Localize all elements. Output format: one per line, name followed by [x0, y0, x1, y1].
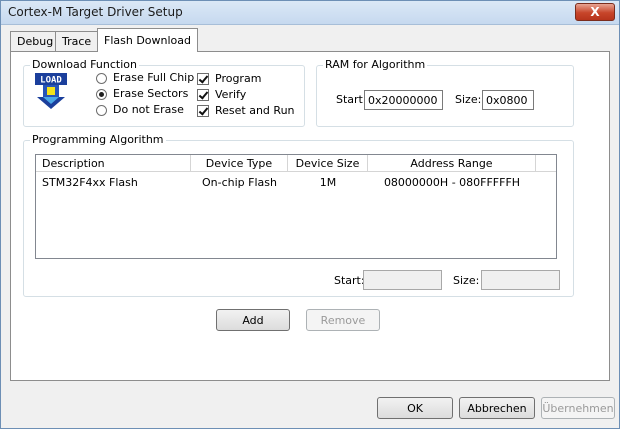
program-label: Program — [215, 72, 262, 85]
algorithm-list[interactable]: Description Device Type Device Size Addr… — [35, 154, 557, 259]
column-header-label: Description — [42, 157, 105, 170]
do-not-erase-label: Do not Erase — [113, 103, 184, 116]
do-not-erase-radio[interactable] — [96, 105, 107, 116]
algo-start-label: Start: — [334, 274, 365, 287]
close-icon: X — [590, 5, 600, 19]
table-row[interactable]: STM32F4xx Flash On-chip Flash 1M 0800000… — [36, 176, 556, 192]
group-label: RAM for Algorithm — [323, 58, 428, 71]
tab-flash-download[interactable]: Flash Download — [97, 28, 199, 52]
reset-and-run-checkbox[interactable] — [197, 105, 209, 117]
column-header-label: Device Size — [295, 157, 360, 170]
column-header-label: Address Range — [410, 157, 493, 170]
column-device-size[interactable]: Device Size — [288, 155, 368, 172]
tab-label: Trace — [62, 35, 92, 48]
tab-debug[interactable]: Debug — [10, 31, 61, 51]
group-label: Programming Algorithm — [30, 133, 166, 146]
load-icon-text: LOAD — [40, 76, 62, 86]
cancel-button[interactable]: Abbrechen — [459, 397, 535, 419]
apply-button[interactable]: Übernehmen — [541, 397, 615, 419]
tab-label: Flash Download — [104, 34, 192, 47]
title-bar[interactable]: Cortex-M Target Driver Setup X — [1, 1, 619, 25]
ram-size-label: Size: — [455, 93, 482, 106]
add-button[interactable]: Add — [216, 309, 290, 331]
ok-button[interactable]: OK — [377, 397, 453, 419]
verify-label: Verify — [215, 88, 247, 101]
algo-size-label: Size: — [453, 274, 480, 287]
reset-and-run-label: Reset and Run — [215, 104, 295, 117]
download-function-group: Download Function LOAD Erase Full Chip E… — [23, 58, 305, 127]
group-label: Download Function — [30, 58, 139, 71]
column-address-range[interactable]: Address Range — [368, 155, 536, 172]
cell-device-type: On-chip Flash — [202, 176, 277, 189]
column-device-type[interactable]: Device Type — [191, 155, 288, 172]
window-title: Cortex-M Target Driver Setup — [8, 5, 183, 19]
ram-for-algorithm-group: RAM for Algorithm Start: Size: — [316, 58, 574, 127]
column-header-label: Device Type — [205, 157, 273, 170]
cell-description: STM32F4xx Flash — [42, 176, 138, 189]
cell-address-range: 08000000H - 080FFFFFH — [383, 176, 521, 189]
load-icon: LOAD — [35, 73, 67, 109]
tab-label: Debug — [17, 35, 54, 48]
verify-checkbox[interactable] — [197, 89, 209, 101]
cell-device-size: 1M — [319, 176, 337, 189]
tab-trace[interactable]: Trace — [55, 31, 99, 51]
remove-button[interactable]: Remove — [306, 309, 380, 331]
ram-start-label: Start: — [336, 93, 367, 106]
ram-size-input[interactable] — [482, 90, 534, 110]
list-header: Description Device Type Device Size Addr… — [36, 155, 556, 172]
erase-sectors-radio[interactable] — [96, 89, 107, 100]
erase-sectors-label: Erase Sectors — [113, 87, 189, 100]
column-description[interactable]: Description — [36, 155, 191, 172]
flash-download-panel: Download Function LOAD Erase Full Chip E… — [10, 51, 610, 381]
algo-start-input[interactable] — [363, 270, 442, 290]
algo-size-input[interactable] — [481, 270, 560, 290]
erase-full-chip-radio[interactable] — [96, 73, 107, 84]
dialog-window: Cortex-M Target Driver Setup X Debug Tra… — [0, 0, 620, 429]
erase-full-chip-label: Erase Full Chip — [113, 71, 195, 84]
program-checkbox[interactable] — [197, 73, 209, 85]
ram-start-input[interactable] — [364, 90, 443, 110]
close-button[interactable]: X — [575, 3, 615, 21]
